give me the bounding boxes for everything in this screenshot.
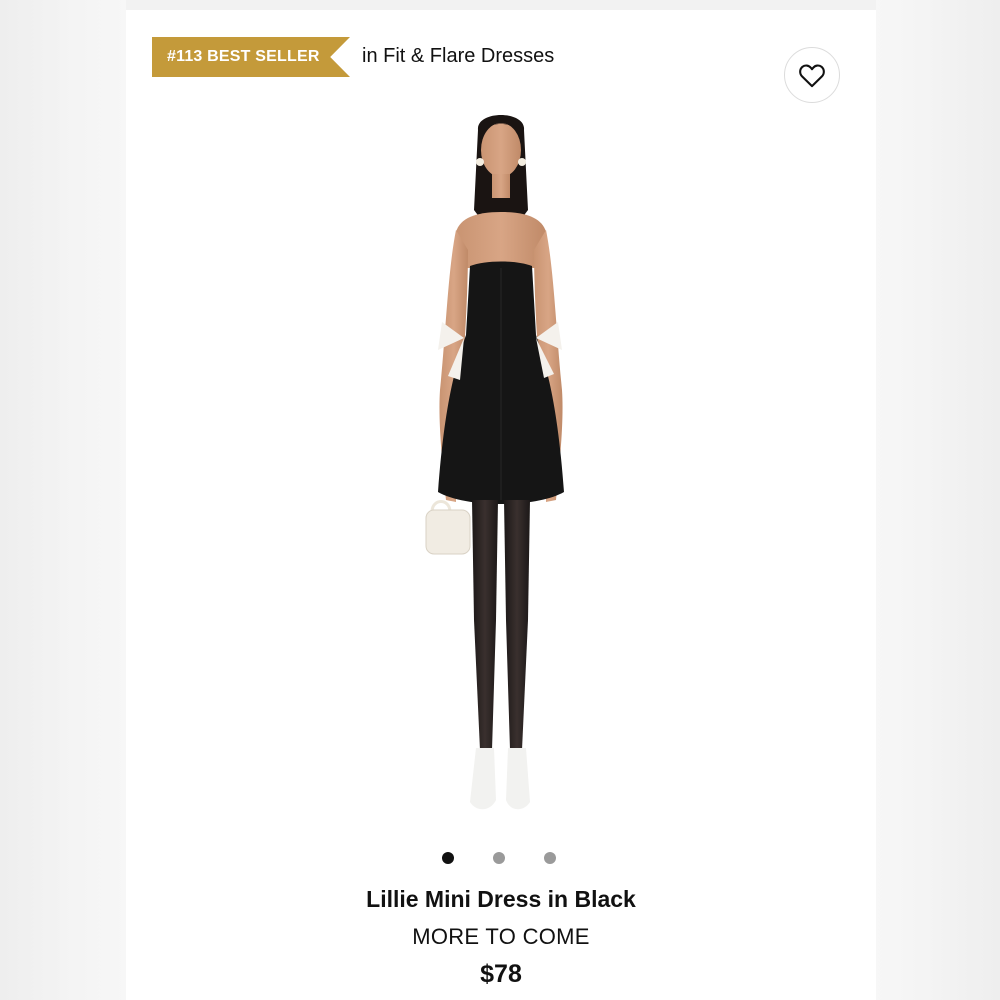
product-image[interactable] xyxy=(376,100,626,840)
product-name[interactable]: Lillie Mini Dress in Black xyxy=(126,886,876,913)
carousel-dot-1[interactable] xyxy=(442,852,454,864)
best-seller-badge: #113 BEST SELLER xyxy=(152,37,350,77)
heart-outline-icon xyxy=(799,64,825,88)
carousel-dot-2[interactable] xyxy=(493,852,505,864)
wishlist-button[interactable] xyxy=(784,47,840,103)
brand-name[interactable]: MORE TO COME xyxy=(126,924,876,950)
carousel-dot-3[interactable] xyxy=(544,852,556,864)
best-seller-category[interactable]: in Fit & Flare Dresses xyxy=(362,45,554,68)
top-strip xyxy=(126,0,876,10)
carousel-dots xyxy=(442,851,562,865)
product-price: $78 xyxy=(480,960,522,988)
left-backdrop xyxy=(0,0,126,1000)
best-seller-label: #113 BEST SELLER xyxy=(167,48,320,65)
product-card[interactable]: #113 BEST SELLER in Fit & Flare Dresses xyxy=(126,10,876,1000)
right-backdrop xyxy=(874,0,1000,1000)
